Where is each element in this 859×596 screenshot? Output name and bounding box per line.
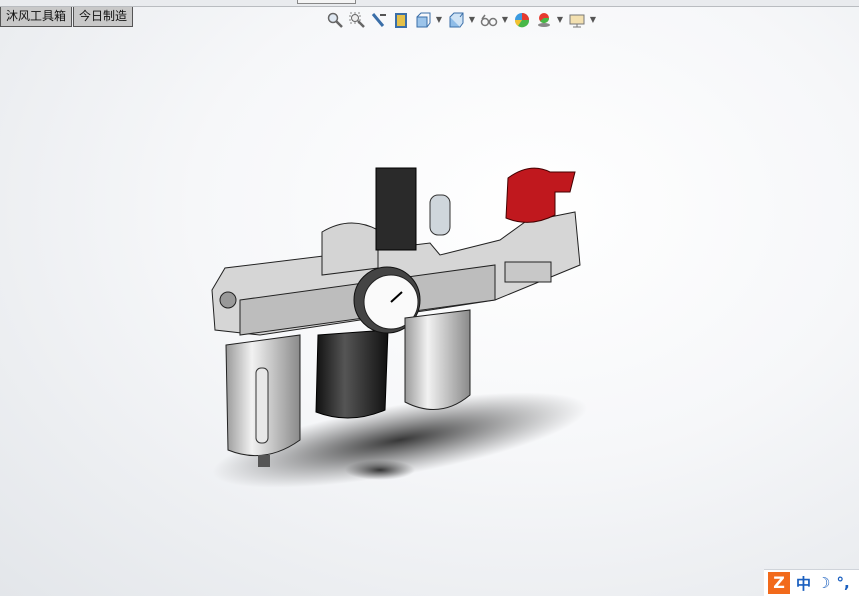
regulator-bonnet bbox=[321, 222, 379, 276]
ime-logo[interactable]: Z bbox=[768, 572, 790, 594]
valve-body bbox=[504, 261, 552, 283]
lubricator-bowl bbox=[404, 309, 471, 411]
ime-halfwidth-moon-icon[interactable]: ☽ bbox=[817, 574, 830, 592]
ground-shadow-2 bbox=[345, 460, 415, 480]
filter-sight-glass bbox=[255, 367, 269, 444]
inlet-port bbox=[219, 291, 237, 309]
graphics-area[interactable] bbox=[0, 0, 859, 596]
frl-unit-model[interactable] bbox=[207, 167, 593, 507]
filter-drain bbox=[258, 455, 270, 467]
ime-chinese-mode[interactable]: 中 bbox=[796, 573, 811, 594]
pressure-switch bbox=[375, 167, 417, 251]
drip-sight-dome bbox=[429, 194, 451, 236]
ime-status-bar[interactable]: Z 中 ☽ °, bbox=[764, 569, 859, 596]
regulator-bowl bbox=[315, 329, 389, 419]
ime-punctuation[interactable]: °, bbox=[836, 574, 849, 592]
